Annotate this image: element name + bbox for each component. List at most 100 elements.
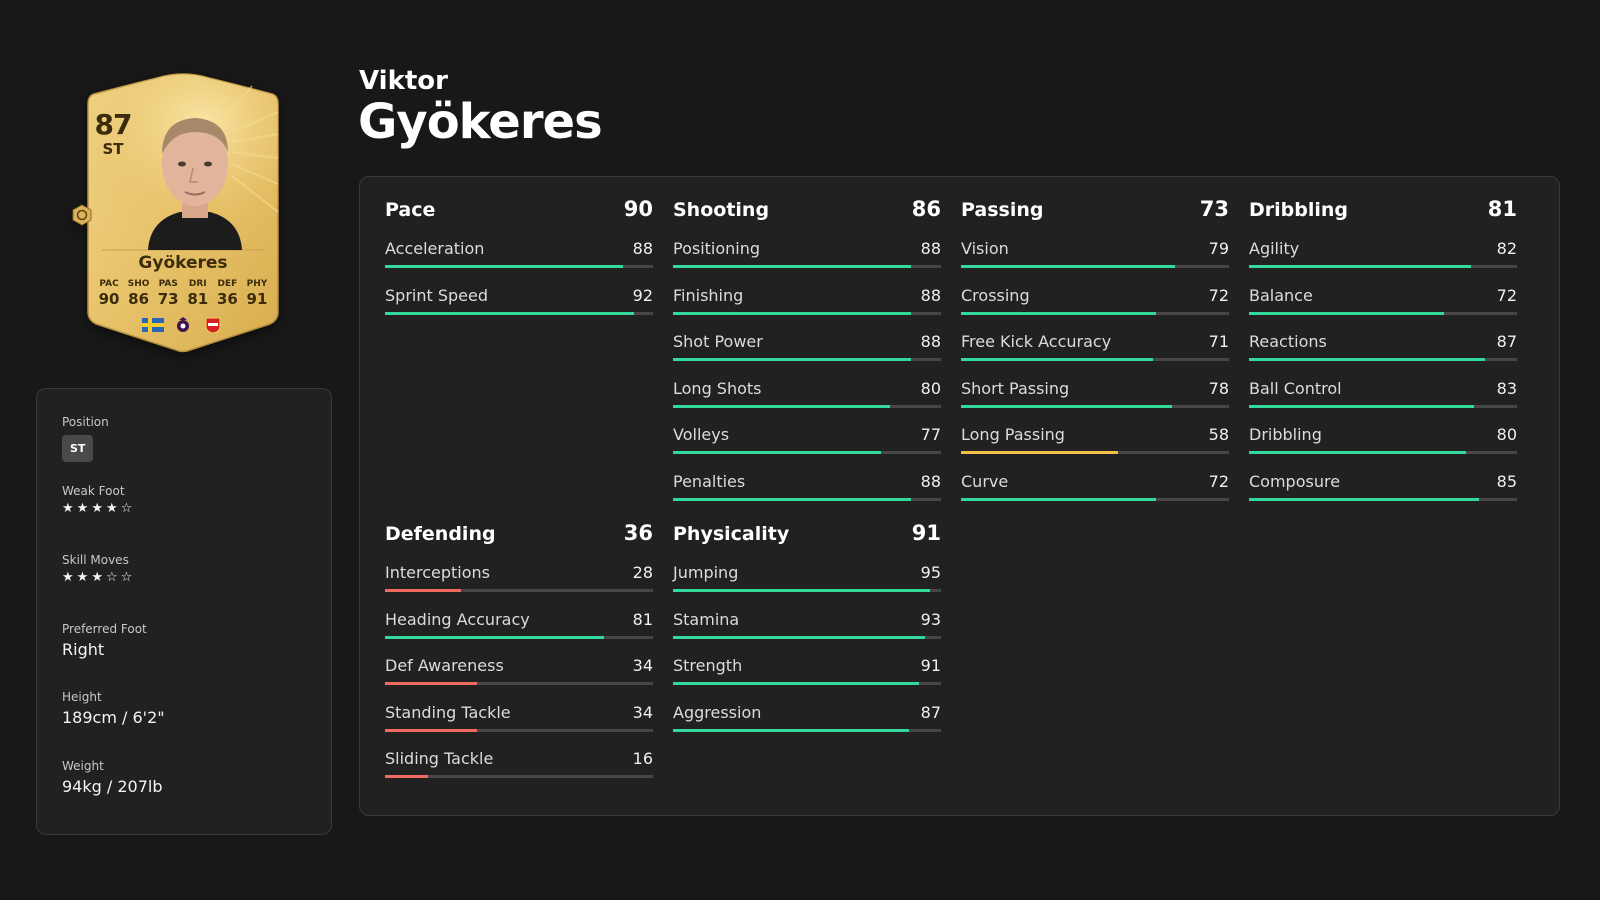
attribute-text: Composure 85 (1249, 470, 1517, 491)
attribute-text: Agility 82 (1249, 237, 1517, 258)
attribute-bar-fill (673, 265, 912, 268)
weak-foot-label: Weak Foot (62, 484, 125, 498)
category-header: Defending 36 (385, 521, 653, 561)
attribute-name: Stamina (673, 609, 740, 629)
category-title: Passing (961, 199, 1044, 221)
attribute-value: 72 (1208, 471, 1229, 491)
attribute-name: Reactions (1249, 332, 1327, 351)
attribute-bar-track (385, 311, 653, 315)
category-total: 86 (911, 197, 941, 221)
attribute-text: Vision 79 (961, 237, 1229, 258)
attribute-text: Heading Accuracy 81 (385, 608, 653, 629)
player-info-panel: Position ST Weak Foot ★ ★ ★ ★ ☆ Skill Moves … (36, 388, 332, 835)
attribute-value: 92 (632, 285, 653, 305)
attribute-bar-track (1249, 265, 1517, 268)
attribute-value: 78 (1208, 378, 1229, 398)
attribute-row: Agility 82 (1249, 237, 1517, 284)
attribute-bar-track (673, 311, 941, 315)
attribute-row: Sprint Speed 92 (385, 284, 653, 331)
category-title: Defending (385, 523, 496, 545)
attribute-row: Long Shots 80 (673, 377, 941, 424)
attribute-value: 82 (1496, 239, 1517, 258)
card-stat-pac: PAC 90 (95, 279, 123, 308)
category-total: 36 (623, 521, 653, 545)
attribute-bar-fill (673, 682, 920, 685)
category-title: Pace (385, 199, 436, 221)
attribute-row: Sliding Tackle 16 (385, 747, 653, 794)
position-block: Position ST (62, 415, 109, 462)
card-stat-label: PAS (158, 279, 178, 289)
attribute-row: Standing Tackle 34 (385, 701, 653, 748)
attribute-row: Strength 91 (673, 654, 941, 701)
attribute-name: Interceptions (385, 563, 490, 582)
attribute-name: Crossing (961, 285, 1030, 305)
attribute-row: Def Awareness 34 (385, 654, 653, 701)
card-position: ST (102, 140, 124, 158)
attribute-bar-fill (385, 728, 478, 732)
attribute-row: Heading Accuracy 81 (385, 608, 653, 655)
attribute-bar-fill (1249, 265, 1471, 268)
card-stat-value: 36 (216, 290, 238, 308)
attribute-text: Short Passing 78 (961, 377, 1229, 398)
attribute-text: Sliding Tackle 16 (385, 747, 653, 768)
attribute-bar-track (673, 404, 941, 408)
attribute-name: Short Passing (961, 378, 1070, 398)
attribute-row: Acceleration 88 (385, 237, 653, 284)
attribute-text: Stamina 93 (673, 608, 941, 629)
height-block: Height 189cm / 6'2" (62, 690, 165, 727)
attribute-bar-track (673, 451, 941, 454)
category-header: Shooting 86 (673, 197, 941, 237)
player-card: 87 ST Gyökeres PAC 90 SHO 86 PAS 73 DRI 81 DEF 36… (72, 72, 284, 354)
attribute-row: Dribbling 80 (1249, 423, 1517, 470)
attribute-text: Long Passing 58 (961, 423, 1229, 444)
category-pace: Pace 90 Acceleration 88 Sprint Speed 92 (385, 197, 653, 330)
weight-value: 94kg / 207lb (62, 777, 163, 796)
attribute-text: Def Awareness 34 (385, 654, 653, 675)
attribute-name: Sliding Tackle (385, 749, 494, 768)
attribute-bar-fill (385, 589, 461, 592)
attribute-bar-track (385, 265, 653, 268)
attribute-row: Stamina 93 (673, 608, 941, 655)
attribute-row: Crossing 72 (961, 284, 1229, 331)
attribute-row: Composure 85 (1249, 470, 1517, 517)
attribute-bar-fill (961, 358, 1154, 361)
player-first-name: Viktor (359, 66, 448, 96)
attribute-text: Long Shots 80 (673, 377, 941, 398)
attribute-name: Standing Tackle (385, 702, 511, 722)
skill-moves-stars: ★ ★ ★ ☆ ☆ (62, 571, 132, 585)
attribute-value: 16 (632, 749, 653, 768)
attribute-bar-fill (1249, 404, 1474, 408)
attribute-text: Shot Power 88 (673, 330, 941, 351)
attribute-value: 58 (1208, 425, 1229, 444)
attribute-text: Volleys 77 (673, 423, 941, 444)
card-stat-dri: DRI 81 (184, 279, 212, 308)
attribute-bar-track (1249, 358, 1517, 361)
category-header: Physicality 91 (673, 521, 941, 561)
star-filled-icon: ★ (62, 570, 74, 585)
attribute-bar-track (385, 635, 653, 639)
attribute-row: Reactions 87 (1249, 330, 1517, 377)
attribute-bar-fill (1249, 311, 1444, 315)
card-stat-label: PHY (246, 279, 268, 289)
attribute-name: Jumping (673, 563, 739, 582)
category-header: Passing 73 (961, 197, 1229, 237)
attribute-row: Volleys 77 (673, 423, 941, 470)
attribute-bar-track (385, 728, 653, 732)
card-stat-value: 81 (187, 290, 209, 308)
attribute-bar-track (385, 775, 653, 778)
category-title: Shooting (673, 199, 770, 221)
attribute-text: Standing Tackle 34 (385, 701, 653, 722)
attributes-panel: Pace 90 Acceleration 88 Sprint Speed 92 Shooti… (359, 176, 1560, 816)
card-stat-label: DRI (188, 279, 207, 289)
attribute-value: 81 (632, 609, 653, 629)
attribute-text: Curve 72 (961, 470, 1229, 491)
star-filled-icon: ★ (91, 501, 103, 516)
card-rating: 87 (94, 108, 133, 141)
attribute-bar-track (961, 404, 1229, 408)
attribute-bar-track (1249, 497, 1517, 501)
card-stats: PAC 90 SHO 86 PAS 73 DRI 81 DEF 36 PHY 91 (95, 279, 271, 308)
attribute-bar-track (385, 682, 653, 685)
height-label: Height (62, 690, 102, 704)
attribute-bar-fill (961, 451, 1118, 454)
attribute-value: 95 (920, 563, 941, 582)
